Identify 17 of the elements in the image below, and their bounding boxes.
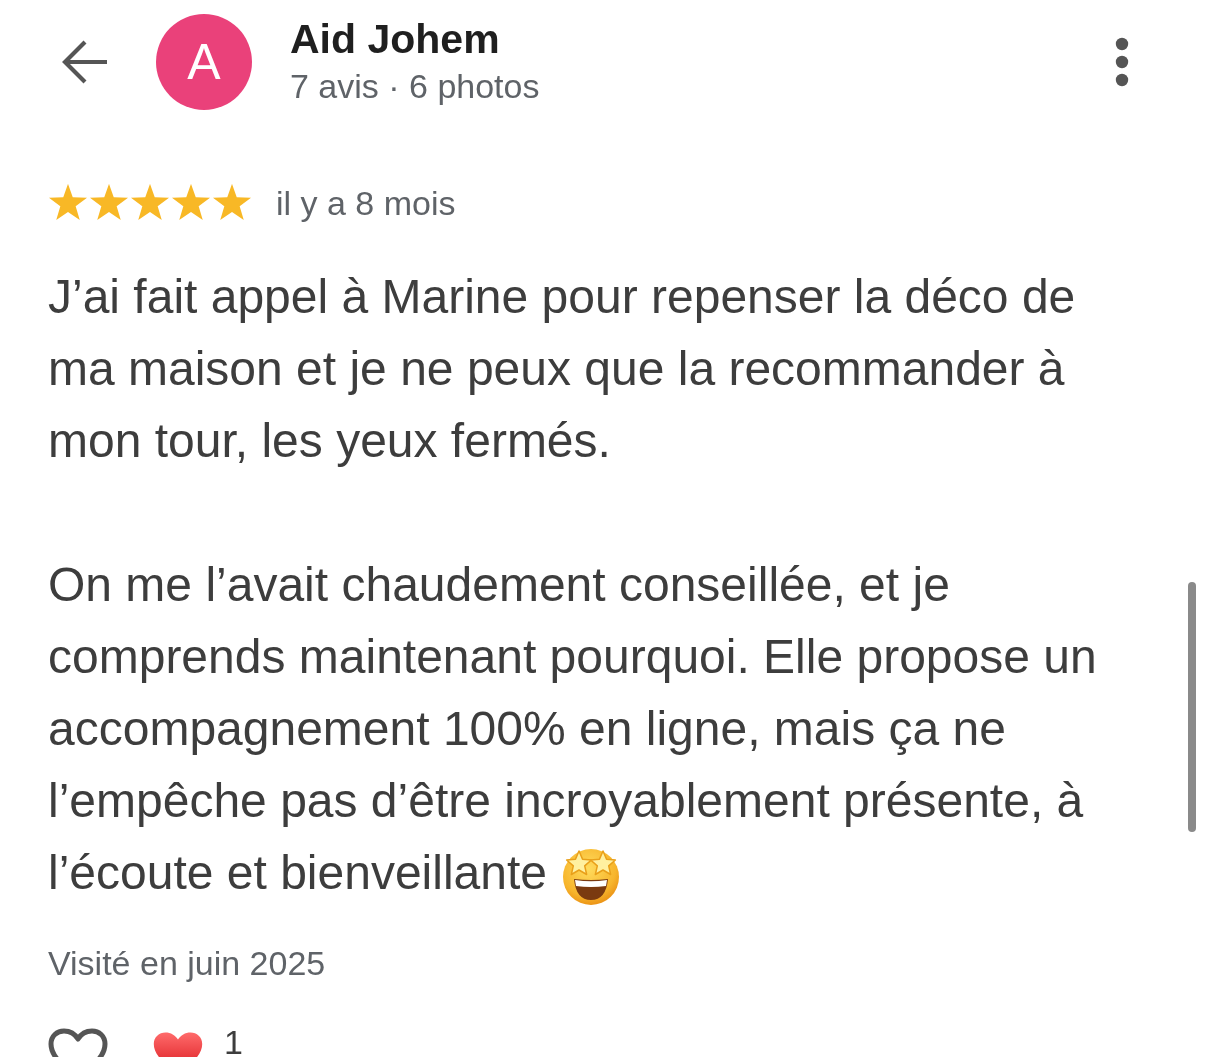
back-arrow-icon[interactable] [60,39,108,85]
star-eyes-face-icon [561,846,621,907]
review-paragraph: J’ai fait appel à Marine pour repenser la déco de ma maison et je ne peux que la recommander à mon tour, les yeux fermés. [48,269,1077,469]
review-date: il y a 8 mois [276,183,456,223]
scrollbar-thumb[interactable] [1188,582,1196,832]
reaction-count: 1 [224,1028,243,1056]
reviewer-name: Aid Johem [290,16,501,62]
star-icon [212,184,252,222]
star-icon [48,184,88,222]
visit-date: Visité en juin 2025 [48,944,326,982]
reviewer-stats: 7 avis · 6 photos [290,66,540,107]
star-icon [171,184,211,222]
avatar: A [156,14,252,110]
star-icon [89,184,129,222]
more-options-icon[interactable] [1115,37,1129,87]
review-paragraph: On me l’avait chaudement conseillée, et je comprends maintenant pourquoi. Elle propose un accompagnement 100% en ligne, mais ça ne l’empêche pas d’être incroyablement présente, à l’écoute et bienveillante [48,549,1128,909]
star-icon [130,184,170,222]
